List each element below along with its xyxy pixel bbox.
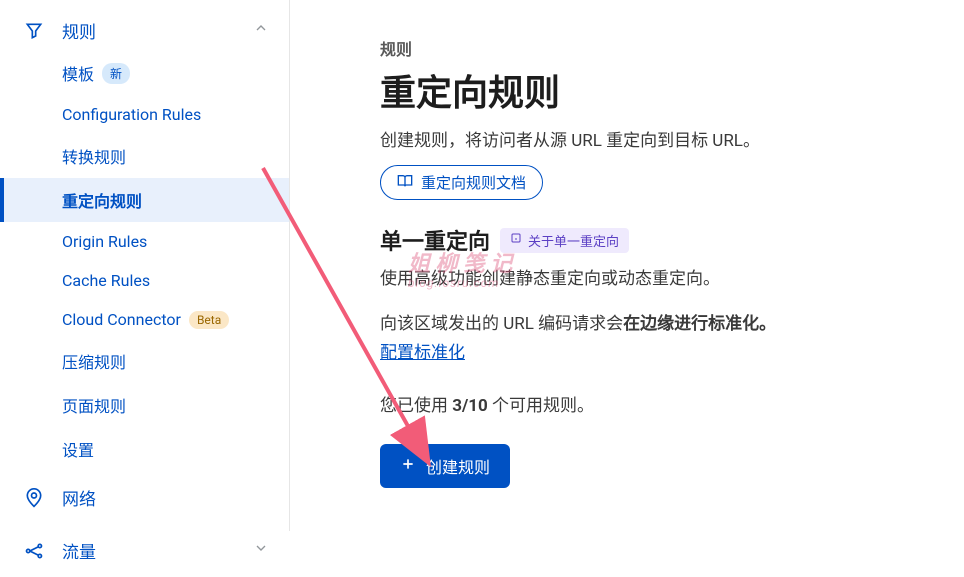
normalization-text: 向该区域发出的 URL 编码请求会在边缘进行标准化。 <box>380 309 924 334</box>
badge-beta: Beta <box>189 311 229 329</box>
filter-icon <box>22 21 46 41</box>
breadcrumb: 规则 <box>380 36 924 60</box>
network-icon <box>22 541 46 561</box>
docs-button-label: 重定向规则文档 <box>421 172 526 193</box>
book-icon <box>397 173 413 193</box>
section-title: 单一重定向 <box>380 224 490 256</box>
sidebar-item-label: Configuration Rules <box>62 105 201 124</box>
sidebar-item-label: Cache Rules <box>62 271 150 290</box>
sidebar-item-label: 压缩规则 <box>62 349 126 373</box>
sidebar-item-page-rules[interactable]: 页面规则 <box>0 383 289 427</box>
chevron-down-icon <box>253 540 269 561</box>
sidebar: 规则 模板 新 Configuration Rules 转换规则 重定向规则 O… <box>0 0 290 531</box>
plus-icon <box>400 456 416 477</box>
sidebar-item-cache-rules[interactable]: Cache Rules <box>0 261 289 300</box>
sidebar-item-transform-rules[interactable]: 转换规则 <box>0 134 289 178</box>
sidebar-rules-label: 规则 <box>62 18 253 43</box>
page-description: 创建规则，将访问者从源 URL 重定向到目标 URL。 <box>380 126 924 151</box>
sidebar-traffic-label: 流量 <box>62 538 253 563</box>
sidebar-item-redirect-rules[interactable]: 重定向规则 <box>0 178 289 222</box>
sidebar-item-label: Cloud Connector <box>62 310 181 329</box>
sidebar-rules-header[interactable]: 规则 <box>0 10 289 51</box>
page-title: 重定向规则 <box>380 64 924 116</box>
about-badge[interactable]: 关于单一重定向 <box>500 228 629 253</box>
usage-text: 您已使用 3/10 个可用规则。 <box>380 391 924 416</box>
sidebar-item-origin-rules[interactable]: Origin Rules <box>0 222 289 261</box>
section-header: 单一重定向 关于单一重定向 <box>380 224 924 256</box>
sidebar-item-label: 转换规则 <box>62 144 126 168</box>
sidebar-item-label: 重定向规则 <box>62 188 142 212</box>
sidebar-item-label: Origin Rules <box>62 232 147 251</box>
sidebar-network[interactable]: 网络 <box>0 471 289 524</box>
chevron-up-icon <box>253 20 269 41</box>
location-icon <box>22 488 46 508</box>
create-rule-button[interactable]: 创建规则 <box>380 444 510 488</box>
sidebar-item-label: 设置 <box>62 437 94 461</box>
sidebar-item-compression-rules[interactable]: 压缩规则 <box>0 339 289 383</box>
sidebar-network-label: 网络 <box>62 485 269 510</box>
sidebar-item-templates[interactable]: 模板 新 <box>0 51 289 95</box>
section-description: 使用高级功能创建静态重定向或动态重定向。 <box>380 264 924 289</box>
info-icon <box>510 232 522 248</box>
sidebar-item-label: 模板 <box>62 61 94 85</box>
about-badge-label: 关于单一重定向 <box>528 231 619 250</box>
sidebar-item-settings[interactable]: 设置 <box>0 427 289 471</box>
normalization-link[interactable]: 配置标准化 <box>380 338 465 363</box>
sidebar-item-configuration-rules[interactable]: Configuration Rules <box>0 95 289 134</box>
docs-button[interactable]: 重定向规则文档 <box>380 165 543 200</box>
badge-new: 新 <box>102 63 130 84</box>
main-content: 规则 重定向规则 创建规则，将访问者从源 URL 重定向到目标 URL。 重定向… <box>290 0 964 531</box>
sidebar-item-label: 页面规则 <box>62 393 126 417</box>
create-rule-label: 创建规则 <box>426 454 490 478</box>
sidebar-item-cloud-connector[interactable]: Cloud Connector Beta <box>0 300 289 339</box>
sidebar-traffic[interactable]: 流量 <box>0 524 289 577</box>
